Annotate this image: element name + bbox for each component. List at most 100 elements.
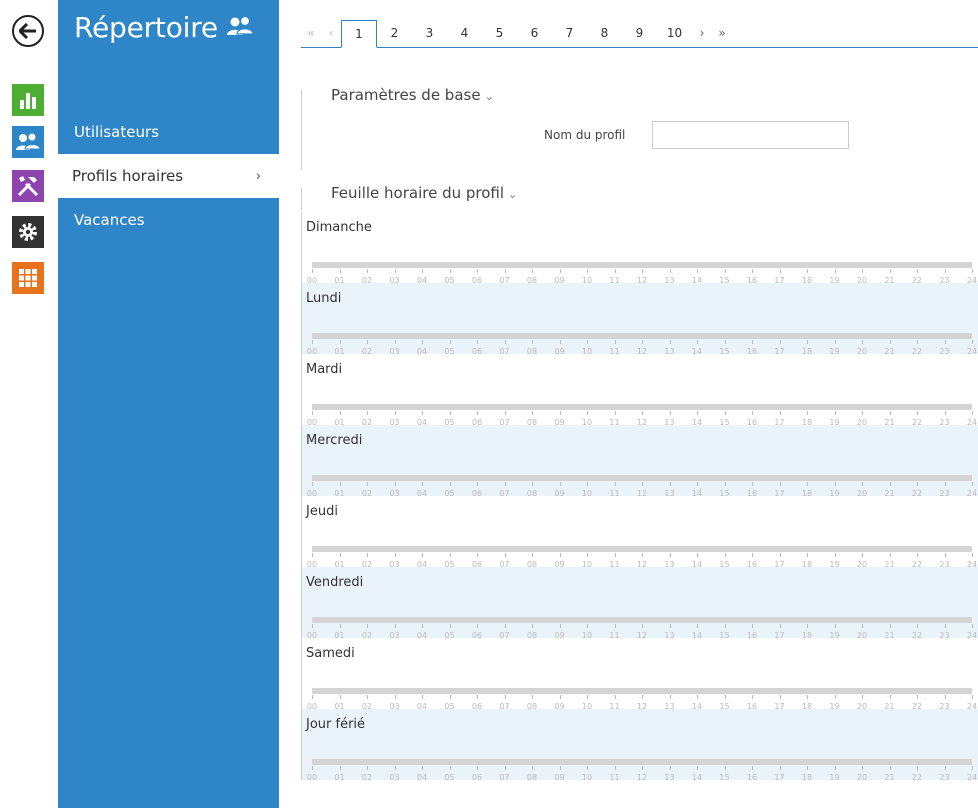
- time-range-slider[interactable]: [312, 333, 972, 339]
- tools-icon[interactable]: [12, 170, 44, 202]
- hour-tick: [449, 695, 451, 699]
- settings-gear-icon[interactable]: [12, 216, 44, 248]
- time-range-slider[interactable]: [312, 475, 972, 481]
- time-range-slider[interactable]: [312, 546, 972, 552]
- hour-tick: [422, 766, 423, 770]
- hour-tick: [779, 269, 781, 273]
- hour-tick: [862, 411, 863, 415]
- hour-tick: [807, 553, 808, 557]
- hour-tick: [477, 624, 478, 628]
- profile-name-input[interactable]: [652, 121, 849, 149]
- back-icon[interactable]: [12, 15, 44, 47]
- hour-tick: [394, 695, 396, 699]
- grid-icon[interactable]: [12, 262, 44, 294]
- day-label: Lundi: [306, 291, 342, 306]
- hour-tick: [944, 553, 946, 557]
- day-label: Samedi: [306, 646, 355, 661]
- hour-tick: [477, 411, 478, 415]
- page-button-8[interactable]: 8: [587, 19, 622, 47]
- day-label: Dimanche: [306, 220, 372, 235]
- hour-tick: [752, 340, 753, 344]
- hour-tick: [587, 340, 588, 344]
- hour-tick: [834, 411, 836, 415]
- hour-tick: [394, 340, 396, 344]
- hour-tick: [504, 482, 506, 486]
- hour-tick: [559, 766, 561, 770]
- hour-tick: [697, 340, 698, 344]
- hour-tick: [724, 624, 726, 628]
- page-button-1[interactable]: 1: [341, 20, 377, 48]
- schedule-header[interactable]: Feuille horaire du profil ⌄: [331, 184, 517, 202]
- hour-tick: [642, 553, 643, 557]
- users-title-icon: [226, 11, 254, 44]
- hour-tick: [889, 695, 891, 699]
- page-button-6[interactable]: 6: [517, 19, 552, 47]
- hour-tick: [779, 553, 781, 557]
- hour-tick: [559, 411, 561, 415]
- hour-tick: [614, 766, 616, 770]
- page-button-7[interactable]: 7: [552, 19, 587, 47]
- hour-tick: [587, 766, 588, 770]
- hour-tick: [449, 553, 451, 557]
- page-button-3[interactable]: 3: [412, 19, 447, 47]
- sidebar-item-utilisateurs[interactable]: Utilisateurs: [74, 110, 279, 154]
- hour-tick: [972, 482, 973, 486]
- hour-tick: [917, 482, 918, 486]
- hour-tick: [834, 766, 836, 770]
- hour-tick: [504, 695, 506, 699]
- hour-ticks: [312, 695, 973, 699]
- hour-tick: [917, 340, 918, 344]
- hour-tick: [477, 482, 478, 486]
- chevron-down-icon: ⌄: [508, 188, 518, 201]
- hour-tick: [477, 553, 478, 557]
- day-label: Mardi: [306, 362, 343, 377]
- hour-tick: [394, 482, 396, 486]
- sidebar-menu: Utilisateurs Profils horaires › Vacances: [58, 110, 279, 242]
- hour-tick: [614, 553, 616, 557]
- hour-tick: [889, 482, 891, 486]
- sidebar-item-vacances[interactable]: Vacances: [74, 198, 279, 242]
- hour-label: 14: [691, 773, 703, 782]
- page-button-10[interactable]: 10: [657, 19, 692, 47]
- hour-tick: [504, 340, 506, 344]
- page-button-5[interactable]: 5: [482, 19, 517, 47]
- hour-tick: [477, 766, 478, 770]
- hour-tick: [477, 695, 478, 699]
- hour-tick: [972, 269, 973, 273]
- hour-tick: [642, 269, 643, 273]
- hour-tick: [532, 411, 533, 415]
- status-chart-icon[interactable]: [12, 84, 44, 116]
- section-bracket: [301, 188, 307, 210]
- time-range-slider[interactable]: [312, 262, 972, 268]
- time-range-slider[interactable]: [312, 688, 972, 694]
- hour-tick: [559, 695, 561, 699]
- first-page-button[interactable]: «: [301, 19, 321, 47]
- time-range-slider[interactable]: [312, 759, 972, 765]
- page-button-9[interactable]: 9: [622, 19, 657, 47]
- hour-label: 07: [499, 773, 510, 782]
- hour-label: 10: [581, 773, 593, 782]
- time-range-slider[interactable]: [312, 404, 972, 410]
- time-range-slider[interactable]: [312, 617, 972, 623]
- users-icon[interactable]: [12, 126, 44, 158]
- sidebar-item-profils-horaires[interactable]: Profils horaires ›: [58, 154, 279, 198]
- hour-tick: [449, 624, 451, 628]
- basic-settings-header[interactable]: Paramètres de base ⌄: [331, 86, 494, 104]
- hour-label: 18: [801, 773, 813, 782]
- schedule-row-jeudi: Jeudi 00 01 02 03 04 05 06 07 08 09 10 11 12 13 14 15 16 1…: [302, 496, 978, 569]
- page-button-2[interactable]: 2: [377, 19, 412, 47]
- hour-tick: [614, 695, 616, 699]
- hour-tick: [972, 695, 973, 699]
- hour-tick: [972, 411, 973, 415]
- page-button-4[interactable]: 4: [447, 19, 482, 47]
- hour-tick: [752, 624, 753, 628]
- prev-page-button[interactable]: ‹: [321, 19, 341, 47]
- hour-tick: [449, 482, 451, 486]
- last-page-button[interactable]: »: [712, 19, 732, 47]
- hour-tick: [834, 553, 836, 557]
- hour-tick: [697, 411, 698, 415]
- hour-label: 20: [856, 773, 868, 782]
- hour-tick: [669, 766, 671, 770]
- next-page-button[interactable]: ›: [692, 19, 712, 47]
- hour-label: 03: [389, 773, 400, 782]
